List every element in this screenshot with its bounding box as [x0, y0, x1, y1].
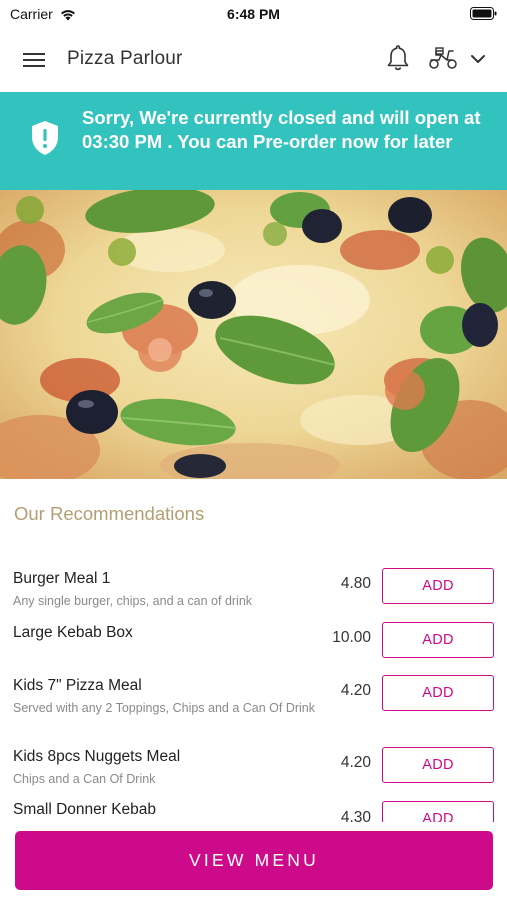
item-name: Kids 7" Pizza Meal: [13, 677, 142, 694]
add-button[interactable]: ADD: [382, 568, 494, 604]
add-button[interactable]: ADD: [382, 801, 494, 822]
item-description: Served with any 2 Toppings, Chips and a …: [13, 701, 316, 715]
item-price: 4.20: [340, 682, 371, 699]
item-name: Kids 8pcs Nuggets Meal: [13, 748, 181, 765]
add-button[interactable]: ADD: [382, 622, 494, 658]
status-time: 6:48 PM: [227, 6, 280, 22]
hero-image: [0, 190, 507, 479]
bell-icon[interactable]: [386, 44, 410, 72]
item-price: 4.30: [340, 809, 371, 822]
item-price: 10.00: [332, 629, 371, 646]
item-name: Small Donner Kebab: [13, 801, 157, 818]
status-bar: Carrier 6:48 PM: [0, 0, 507, 28]
item-price: 4.80: [340, 575, 371, 592]
chevron-down-icon[interactable]: [469, 50, 487, 68]
section-title-recommendations: Our Recommendations: [14, 503, 205, 524]
item-name: Large Kebab Box: [13, 624, 133, 641]
battery-icon: [470, 7, 497, 20]
recommendations-list: Burger Meal 1 Any single burger, chips, …: [0, 558, 507, 822]
item-price: 4.20: [340, 754, 371, 771]
scooter-icon[interactable]: [427, 45, 459, 71]
app-header: Pizza Parlour: [0, 28, 507, 92]
item-description: Chips and a Can Of Drink: [13, 772, 156, 786]
page-title: Pizza Parlour: [67, 48, 183, 69]
pizza-photo: [0, 190, 507, 479]
closed-message: Sorry, We're currently closed and will o…: [82, 107, 481, 152]
shield-alert-icon: [32, 121, 58, 155]
add-button[interactable]: ADD: [382, 675, 494, 711]
hamburger-menu-icon[interactable]: [22, 48, 46, 72]
item-name: Burger Meal 1: [13, 570, 111, 587]
item-description: Any single burger, chips, and a can of d…: [13, 594, 253, 608]
closed-banner: Sorry, We're currently closed and will o…: [0, 92, 507, 190]
add-button[interactable]: ADD: [382, 747, 494, 783]
view-menu-button[interactable]: VIEW MENU: [15, 831, 493, 890]
